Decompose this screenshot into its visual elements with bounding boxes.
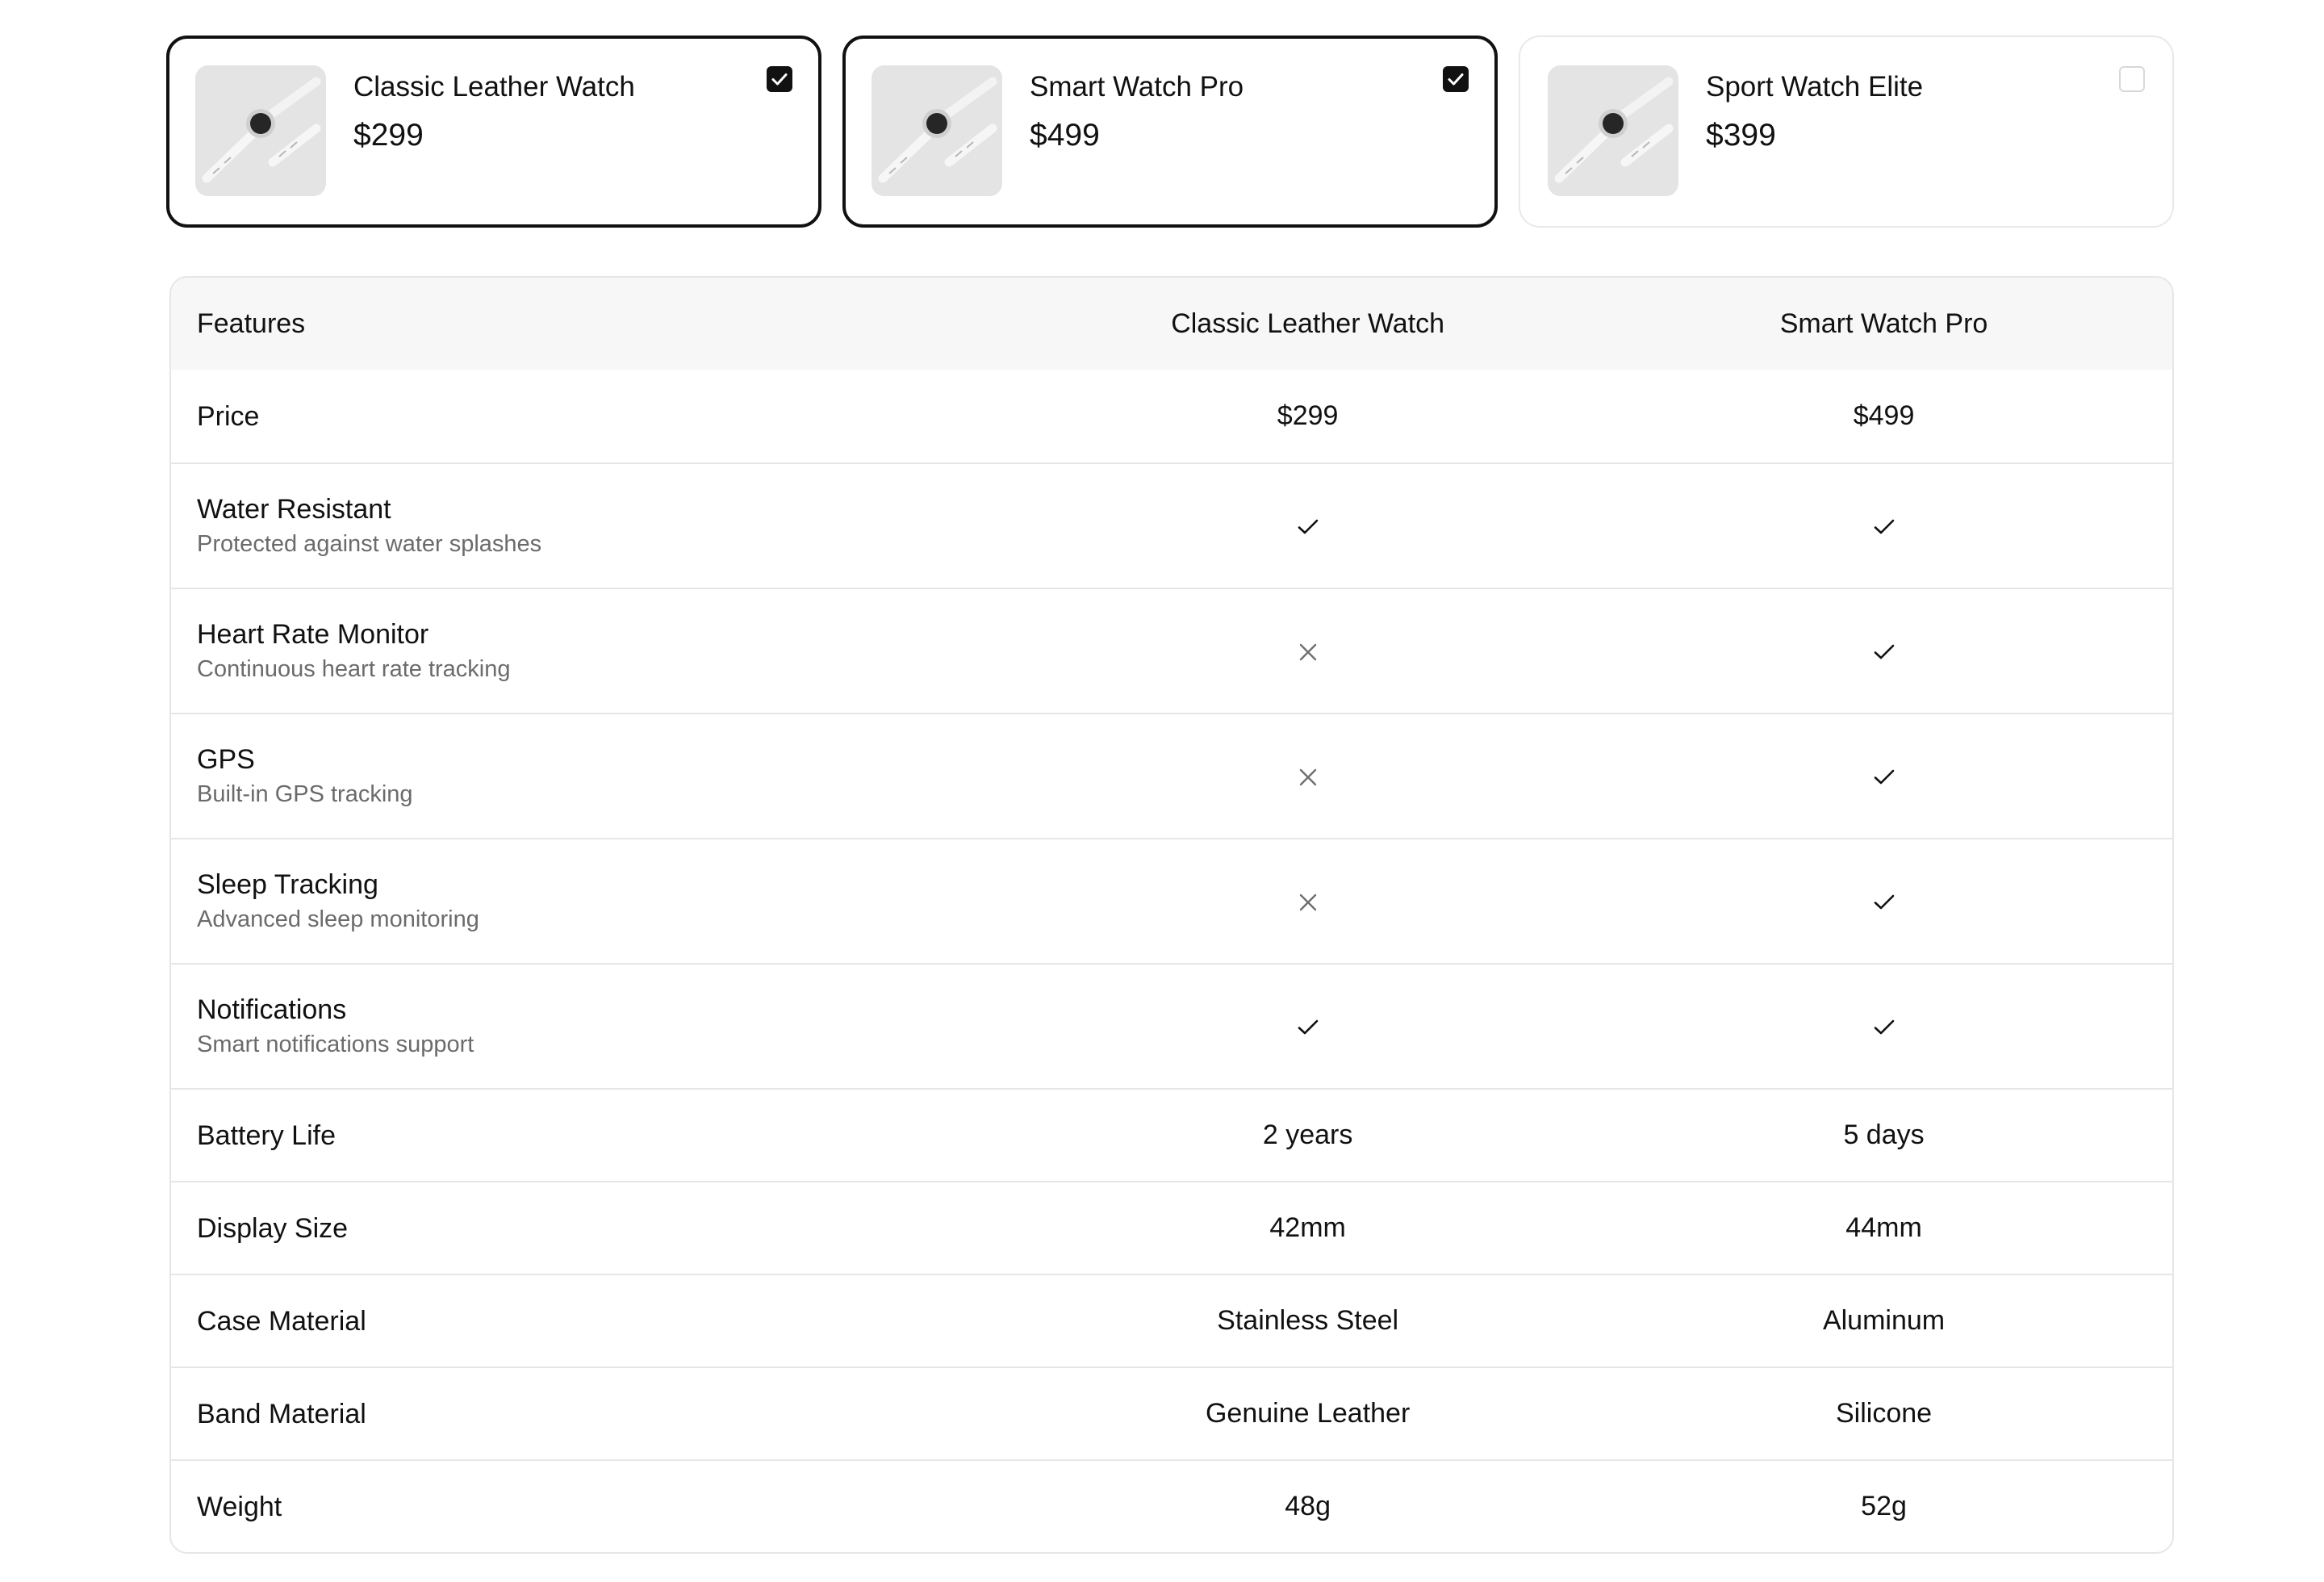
feature-cell: GPS Built-in GPS tracking	[171, 743, 1020, 810]
table-row: Battery Life 2 years 5 days	[171, 1088, 2172, 1181]
table-row: Water Resistant Protected against water s…	[171, 462, 2172, 588]
check-icon	[1870, 888, 1899, 917]
value-cell	[1595, 1011, 2172, 1042]
value-cell	[1020, 760, 1595, 792]
feature-cell: Heart Rate Monitor Continuous heart rate …	[171, 618, 1020, 684]
product-price: $399	[1706, 118, 1776, 153]
table-row: Notifications Smart notifications support	[171, 963, 2172, 1088]
table-header: Features Classic Leather Watch Smart Wat…	[171, 278, 2172, 370]
feature-description: Smart notifications support	[197, 1031, 474, 1057]
product-card-smart-watch-pro[interactable]: Smart Watch Pro $499	[842, 36, 1498, 228]
value-cell	[1595, 760, 2172, 792]
checkbox-checked-icon[interactable]	[1443, 66, 1469, 92]
comparison-table: Features Classic Leather Watch Smart Wat…	[169, 276, 2174, 1554]
value-cell	[1020, 1011, 1595, 1042]
table-row: GPS Built-in GPS tracking	[171, 713, 2172, 838]
feature-title: Price	[197, 400, 260, 432]
product-price: $299	[353, 118, 424, 153]
comparison-page: Classic Leather Watch $299 Smart Watch P…	[0, 0, 2324, 1582]
table-row: Display Size 42mm 44mm	[171, 1181, 2172, 1274]
checkbox-unchecked-icon[interactable]	[2119, 66, 2145, 92]
feature-cell: Water Resistant Protected against water s…	[171, 493, 1020, 559]
feature-title: Heart Rate Monitor	[197, 618, 429, 650]
value-cell: 44mm	[1845, 1212, 1922, 1243]
feature-title: Sleep Tracking	[197, 868, 378, 900]
feature-description: Continuous heart rate tracking	[197, 655, 511, 682]
x-icon	[1294, 763, 1323, 792]
header-features: Features	[197, 308, 306, 339]
feature-title: Case Material	[197, 1305, 366, 1337]
value-cell	[1595, 885, 2172, 917]
value-cell: 52g	[1861, 1491, 1907, 1521]
checkbox-checked-icon[interactable]	[767, 66, 792, 92]
check-icon	[1294, 513, 1323, 542]
x-icon	[1294, 888, 1323, 917]
watch-image	[872, 65, 1002, 196]
value-cell: Genuine Leather	[1205, 1398, 1411, 1429]
feature-title: Notifications	[197, 994, 347, 1025]
value-cell: $499	[1853, 400, 1915, 431]
feature-description: Protected against water splashes	[197, 530, 542, 557]
value-cell: Silicone	[1836, 1398, 1933, 1429]
value-cell: Aluminum	[1822, 1305, 1946, 1336]
value-cell	[1020, 635, 1595, 667]
check-icon	[1294, 1013, 1323, 1042]
feature-cell: Price	[171, 400, 1020, 433]
feature-title: Water Resistant	[197, 493, 391, 525]
check-icon	[1870, 638, 1899, 667]
table-row: Band Material Genuine Leather Silicone	[171, 1366, 2172, 1459]
value-cell: Stainless Steel	[1217, 1305, 1399, 1336]
feature-description: Advanced sleep monitoring	[197, 906, 479, 932]
feature-cell: Display Size	[171, 1212, 1020, 1245]
value-cell: $299	[1277, 400, 1339, 431]
product-card-sport-watch-elite[interactable]: Sport Watch Elite $399	[1519, 36, 2174, 228]
table-row: Price $299 $499	[171, 370, 2172, 462]
product-card-classic-leather-watch[interactable]: Classic Leather Watch $299	[166, 36, 821, 228]
feature-description: Built-in GPS tracking	[197, 781, 413, 807]
feature-title: Band Material	[197, 1398, 366, 1429]
value-cell	[1595, 510, 2172, 542]
check-icon	[1870, 513, 1899, 542]
product-name: Smart Watch Pro	[1030, 71, 1244, 103]
value-cell: 2 years	[1262, 1120, 1353, 1150]
table-row: Heart Rate Monitor Continuous heart rate …	[171, 588, 2172, 713]
feature-cell: Weight	[171, 1491, 1020, 1523]
value-cell: 5 days	[1843, 1120, 1925, 1150]
header-product-2: Smart Watch Pro	[1779, 308, 1988, 339]
value-cell	[1020, 510, 1595, 542]
watch-image	[195, 65, 326, 196]
feature-title: Weight	[197, 1491, 282, 1522]
table-row: Sleep Tracking Advanced sleep monitoring	[171, 838, 2172, 963]
value-cell: 42mm	[1269, 1212, 1346, 1243]
feature-title: GPS	[197, 743, 255, 775]
table-body: Price $299 $499 Water Resistant Protected ag…	[171, 370, 2172, 1552]
feature-cell: Notifications Smart notifications support	[171, 994, 1020, 1060]
product-price: $499	[1030, 118, 1100, 153]
feature-cell: Sleep Tracking Advanced sleep monitoring	[171, 868, 1020, 935]
product-cards: Classic Leather Watch $299 Smart Watch P…	[166, 36, 2174, 228]
feature-cell: Band Material	[171, 1398, 1020, 1430]
table-row: Case Material Stainless Steel Aluminum	[171, 1274, 2172, 1366]
value-cell	[1595, 635, 2172, 667]
table-row: Weight 48g 52g	[171, 1459, 2172, 1552]
feature-cell: Case Material	[171, 1305, 1020, 1337]
value-cell: 48g	[1285, 1491, 1331, 1521]
feature-cell: Battery Life	[171, 1120, 1020, 1152]
header-product-1: Classic Leather Watch	[1171, 308, 1445, 339]
product-name: Classic Leather Watch	[353, 71, 635, 103]
check-icon	[1870, 763, 1899, 792]
feature-title: Display Size	[197, 1212, 349, 1244]
feature-title: Battery Life	[197, 1120, 336, 1151]
value-cell	[1020, 885, 1595, 917]
check-icon	[1870, 1013, 1899, 1042]
x-icon	[1294, 638, 1323, 667]
product-name: Sport Watch Elite	[1706, 71, 1924, 103]
watch-image	[1548, 65, 1678, 196]
